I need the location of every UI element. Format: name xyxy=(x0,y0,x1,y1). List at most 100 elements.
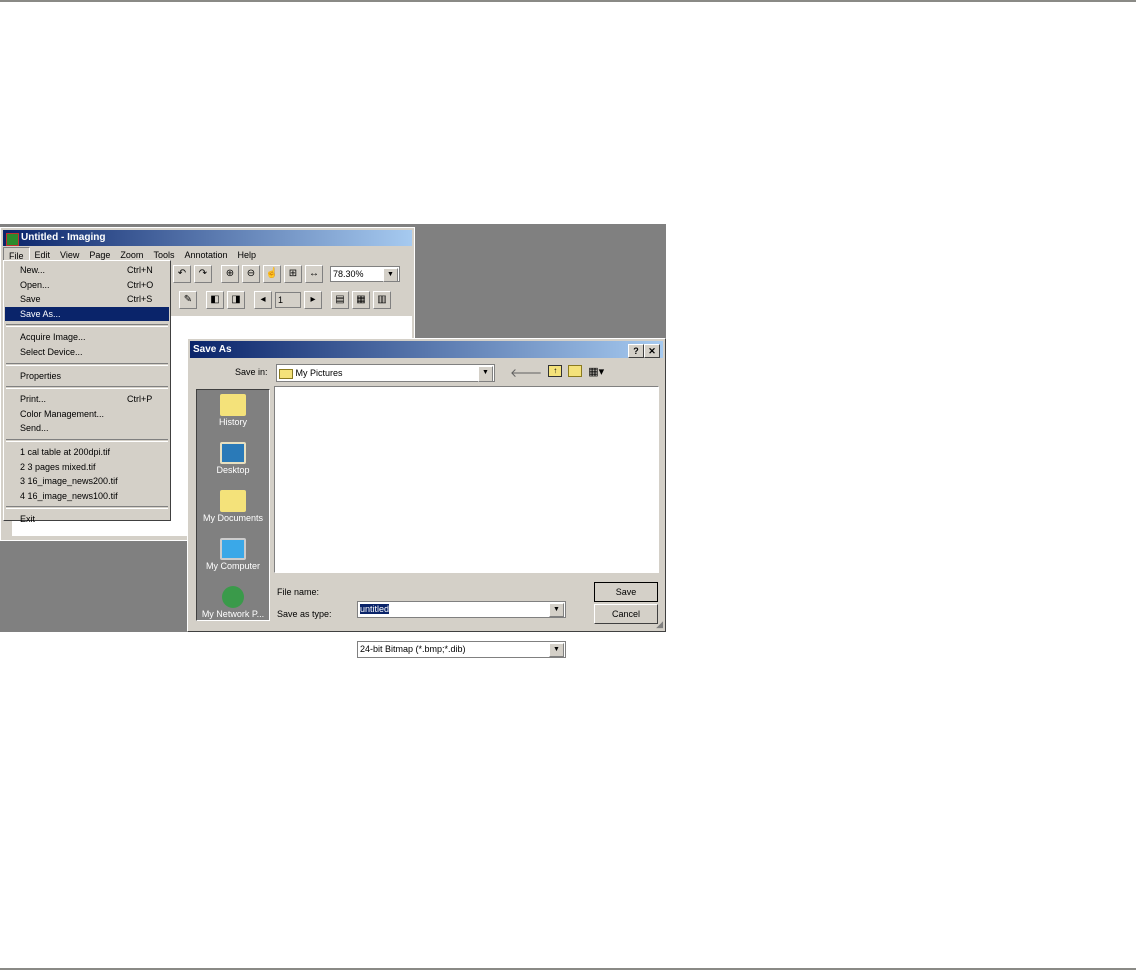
page-top-rule xyxy=(0,0,1136,2)
menu-item-acquire-image[interactable]: Acquire Image... xyxy=(5,330,169,345)
zoom-out-icon[interactable]: ⊖ xyxy=(242,265,260,283)
view-menu-icon[interactable]: ▦▾ xyxy=(588,365,604,380)
menu-separator xyxy=(6,362,168,366)
menu-item-save-as[interactable]: Save As... xyxy=(5,306,169,322)
save-button[interactable]: Save xyxy=(594,582,658,602)
menu-separator xyxy=(6,324,168,328)
menu-separator xyxy=(6,506,168,510)
zoom-combo[interactable]: 78.30% ▼ xyxy=(330,266,400,282)
menu-item-select-device[interactable]: Select Device... xyxy=(5,345,169,360)
label: Select Device... xyxy=(20,346,83,357)
file-name-label: File name: xyxy=(277,587,320,597)
redo-icon[interactable]: ↷ xyxy=(194,265,212,283)
file-name-input[interactable]: untitled ▼ xyxy=(357,601,566,618)
menu-separator xyxy=(6,438,168,442)
label: My Computer xyxy=(205,561,260,571)
save-as-dialog: Save As ? ✕ Save in: My Pictures ▼ 🡐 ↑ ▦… xyxy=(187,338,666,658)
recent-file-3[interactable]: 3 16_image_news200.tif xyxy=(5,474,169,489)
imaging-app-icon xyxy=(6,233,19,246)
label: Properties xyxy=(20,370,62,381)
desktop-icon xyxy=(220,442,246,464)
label: Open... xyxy=(20,279,50,290)
save-in-combo[interactable]: My Pictures ▼ xyxy=(276,364,495,382)
shortcut: Ctrl+N xyxy=(127,265,153,275)
save-as-type-select[interactable]: 24-bit Bitmap (*.bmp;*.dib) ▼ xyxy=(357,641,566,658)
save-in-label: Save in: xyxy=(235,367,268,377)
place-my-network[interactable]: My Network P... xyxy=(197,586,269,630)
best-fit-icon[interactable]: ⊞ xyxy=(284,265,302,283)
folder-icon xyxy=(279,368,293,379)
menu-separator xyxy=(6,386,168,390)
page-number-field[interactable]: 1 xyxy=(275,292,301,308)
menu-item-new[interactable]: New... Ctrl+N xyxy=(5,263,169,278)
menu-help[interactable]: Help xyxy=(233,247,262,263)
label: New... xyxy=(20,265,46,275)
page-thumbnail-view-icon[interactable]: ▥ xyxy=(373,291,391,309)
shortcut: Ctrl+P xyxy=(127,394,153,405)
resize-grip-icon[interactable]: ◢ xyxy=(656,619,663,630)
label: My Network P... xyxy=(201,609,265,619)
page-bottom-rule xyxy=(0,968,1136,970)
close-icon[interactable]: ✕ xyxy=(644,344,660,358)
places-bar: History Desktop My Documents My Computer… xyxy=(196,389,270,621)
save-as-type-label: Save as type: xyxy=(277,609,332,619)
pan-icon[interactable]: ☝ xyxy=(263,265,281,283)
place-desktop[interactable]: Desktop xyxy=(197,442,269,486)
menu-item-open[interactable]: Open... Ctrl+O xyxy=(5,278,169,293)
annotation-icon[interactable]: ✎ xyxy=(179,291,197,309)
zoom-in-icon[interactable]: ⊕ xyxy=(221,265,239,283)
file-list[interactable] xyxy=(274,386,659,573)
place-my-computer[interactable]: My Computer xyxy=(197,538,269,582)
label: Save As... xyxy=(20,308,61,319)
label: Save xyxy=(20,294,41,305)
previous-page-icon[interactable]: ◂ xyxy=(254,291,272,309)
menu-item-properties[interactable]: Properties xyxy=(5,369,169,384)
chevron-down-icon[interactable]: ▼ xyxy=(383,268,398,282)
network-icon xyxy=(222,586,244,608)
recent-file-2[interactable]: 2 3 pages mixed.tif xyxy=(5,460,169,475)
menu-item-print[interactable]: Print... Ctrl+P xyxy=(5,392,169,407)
up-folder-icon[interactable]: ↑ xyxy=(548,365,563,377)
rotate-right-icon[interactable]: ◨ xyxy=(227,291,245,309)
menu-item-color-management[interactable]: Color Management... xyxy=(5,407,169,422)
label: Color Management... xyxy=(20,408,105,419)
place-my-documents[interactable]: My Documents xyxy=(197,490,269,534)
rotate-left-icon[interactable]: ◧ xyxy=(206,291,224,309)
next-page-icon[interactable]: ▸ xyxy=(304,291,322,309)
save-as-type-value: 24-bit Bitmap (*.bmp;*.dib) xyxy=(360,644,466,654)
label: 1 cal table at 200dpi.tif xyxy=(20,446,111,457)
file-name-value: untitled xyxy=(360,604,390,614)
one-page-view-icon[interactable]: ▤ xyxy=(331,291,349,309)
page-number: 1 xyxy=(278,295,284,305)
label: Desktop xyxy=(216,465,250,475)
place-history[interactable]: History xyxy=(197,394,269,438)
window-title-bar: Untitled - Imaging xyxy=(3,230,412,246)
help-icon[interactable]: ? xyxy=(628,344,644,358)
recent-file-4[interactable]: 4 16_image_news100.tif xyxy=(5,489,169,504)
save-in-value: My Pictures xyxy=(295,368,343,378)
label: Acquire Image... xyxy=(20,332,86,343)
menu-item-save[interactable]: Save Ctrl+S xyxy=(5,292,169,307)
zoom-value: 78.30% xyxy=(333,269,364,279)
label: 3 16_image_news200.tif xyxy=(20,476,118,487)
chevron-down-icon[interactable]: ▼ xyxy=(478,366,493,382)
chevron-down-icon[interactable]: ▼ xyxy=(549,643,564,657)
chevron-down-icon[interactable]: ▼ xyxy=(549,603,564,617)
label: Send... xyxy=(20,423,49,434)
fit-width-icon[interactable]: ↔ xyxy=(305,265,323,283)
menu-item-exit[interactable]: Exit xyxy=(5,512,169,527)
cancel-button[interactable]: Cancel xyxy=(594,604,658,624)
menu-annotation[interactable]: Annotation xyxy=(179,247,232,263)
label: 2 3 pages mixed.tif xyxy=(20,461,96,472)
label: Exit xyxy=(20,514,36,525)
recent-file-1[interactable]: 1 cal table at 200dpi.tif xyxy=(5,445,169,460)
my-documents-icon xyxy=(220,490,246,512)
undo-icon[interactable]: ↶ xyxy=(173,265,191,283)
dialog-title: Save As xyxy=(193,344,232,355)
window-title: Untitled - Imaging xyxy=(21,232,106,243)
menu-item-send[interactable]: Send... xyxy=(5,421,169,436)
my-computer-icon xyxy=(220,538,246,560)
new-folder-icon[interactable] xyxy=(568,365,583,377)
back-icon[interactable]: 🡐 xyxy=(510,365,542,380)
thumbnail-view-icon[interactable]: ▦ xyxy=(352,291,370,309)
